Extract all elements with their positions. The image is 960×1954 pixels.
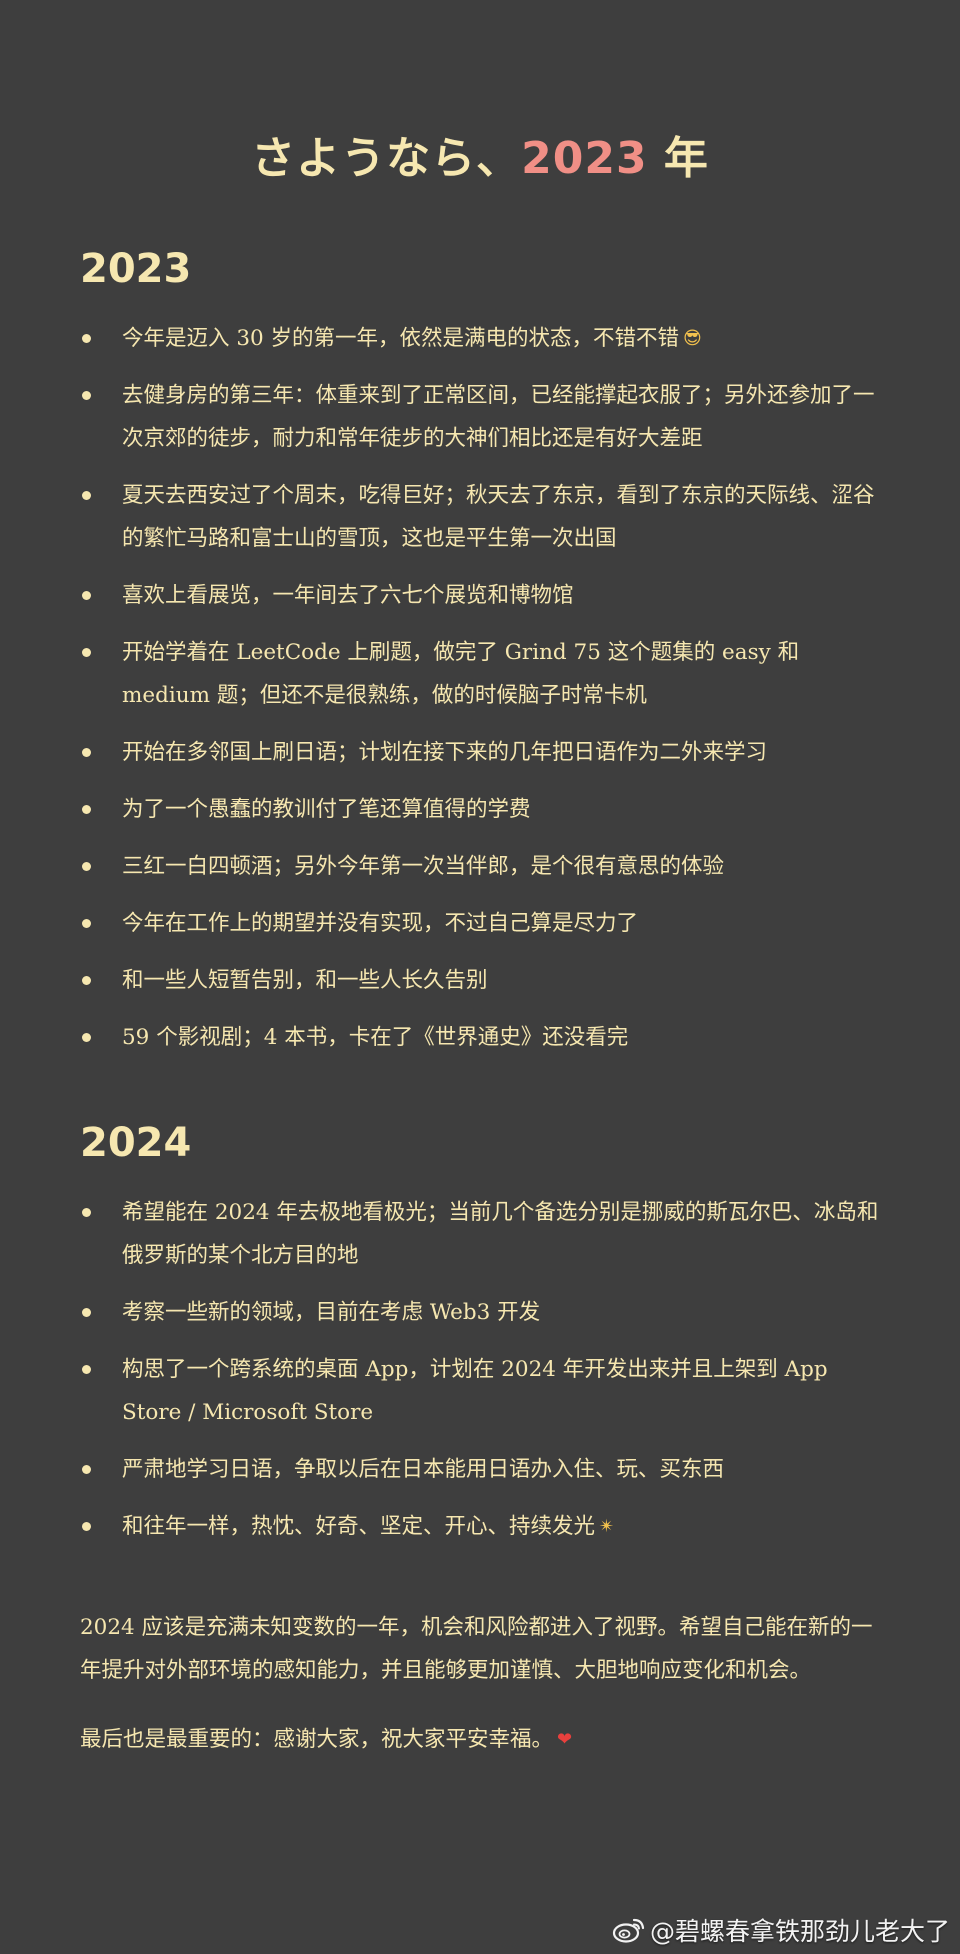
list-item: 严肃地学习日语，争取以后在日本能用日语办入住、玩、买东西 — [80, 1448, 880, 1491]
list-item-text: 今年是迈入 30 岁的第一年，依然是满电的状态，不错不错 — [122, 326, 680, 351]
list-item-text: 今年在工作上的期望并没有实现，不过自己算是尽力了 — [122, 911, 639, 936]
watermark-text: @碧螺春拿铁那劲儿老大了 — [649, 1917, 950, 1946]
list-item-text: 考察一些新的领域，目前在考虑 Web3 开发 — [122, 1300, 541, 1325]
list-item: 构思了一个跨系统的桌面 App，计划在 2024 年开发出来并且上架到 App … — [80, 1348, 880, 1434]
list-item: 去健身房的第三年：体重来到了正常区间，已经能撑起衣服了；另外还参加了一次京郊的徒… — [80, 374, 880, 460]
list-item: 和一些人短暂告别，和一些人长久告别 — [80, 959, 880, 1002]
title-suffix: 年 — [647, 133, 709, 184]
watermark: @碧螺春拿铁那劲儿老大了 — [612, 1912, 950, 1948]
heart-emoji-icon: ❤ — [557, 1729, 573, 1750]
list-item-text: 为了一个愚蠢的教训付了笔还算值得的学费 — [122, 797, 531, 822]
list-item-text: 严肃地学习日语，争取以后在日本能用日语办入住、玩、买东西 — [122, 1457, 725, 1482]
list-item: 开始在多邻国上刷日语；计划在接下来的几年把日语作为二外来学习 — [80, 731, 880, 774]
title-year: 2023 — [521, 133, 648, 184]
list-item: 为了一个愚蠢的教训付了笔还算值得的学费 — [80, 788, 880, 831]
list-item-text: 和一些人短暂告别，和一些人长久告别 — [122, 968, 488, 993]
bullet-icon — [82, 976, 91, 985]
bullet-icon — [82, 334, 91, 343]
bullet-icon — [82, 1308, 91, 1317]
list-item: 和往年一样，热忱、好奇、坚定、开心、持续发光 ✴ — [80, 1505, 880, 1548]
weibo-icon — [612, 1918, 645, 1943]
list-item-text: 夏天去西安过了个周末，吃得巨好；秋天去了东京，看到了东京的天际线、涩谷的繁忙马路… — [122, 483, 875, 551]
list-item: 开始学着在 LeetCode 上刷题，做完了 Grind 75 这个题集的 ea… — [80, 631, 880, 717]
sunglasses-emoji-icon: 😎 — [683, 328, 702, 349]
list-item-text: 和往年一样，热忱、好奇、坚定、开心、持续发光 — [122, 1514, 596, 1539]
section-heading-2024: 2024 — [80, 1120, 192, 1166]
bullet-icon — [82, 591, 91, 600]
list-2023: 今年是迈入 30 岁的第一年，依然是满电的状态，不错不错 😎 去健身房的第三年：体… — [80, 317, 880, 1059]
bullet-icon — [82, 862, 91, 871]
bullet-icon — [82, 491, 91, 500]
list-item: 今年是迈入 30 岁的第一年，依然是满电的状态，不错不错 😎 — [80, 317, 880, 360]
list-item-text: 开始在多邻国上刷日语；计划在接下来的几年把日语作为二外来学习 — [122, 740, 768, 765]
list-item: 夏天去西安过了个周末，吃得巨好；秋天去了东京，看到了东京的天际线、涩谷的繁忙马路… — [80, 474, 880, 560]
list-item: 三红一白四顿酒；另外今年第一次当伴郎，是个很有意思的体验 — [80, 845, 880, 888]
list-item: 希望能在 2024 年去极地看极光；当前几个备选分别是挪威的斯瓦尔巴、冰岛和俄罗… — [80, 1191, 880, 1277]
list-item-text: 59 个影视剧；4 本书，卡在了《世界通史》还没看完 — [122, 1025, 629, 1050]
bullet-icon — [82, 748, 91, 757]
list-item: 今年在工作上的期望并没有实现，不过自己算是尽力了 — [80, 902, 880, 945]
bullet-icon — [82, 1522, 91, 1531]
bullet-icon — [82, 1208, 91, 1217]
section-heading-2023: 2023 — [80, 246, 192, 292]
list-item: 59 个影视剧；4 本书，卡在了《世界通史》还没看完 — [80, 1016, 880, 1059]
page: さようなら、2023 年 2023 今年是迈入 30 岁的第一年，依然是满电的状… — [0, 0, 960, 1954]
list-item-text: 希望能在 2024 年去极地看极光；当前几个备选分别是挪威的斯瓦尔巴、冰岛和俄罗… — [122, 1200, 879, 1268]
bullet-icon — [82, 1365, 91, 1374]
title-prefix: さようなら、 — [251, 133, 522, 184]
list-item-text: 去健身房的第三年：体重来到了正常区间，已经能撑起衣服了；另外还参加了一次京郊的徒… — [122, 383, 875, 451]
bullet-icon — [82, 1465, 91, 1474]
list-item-text: 构思了一个跨系统的桌面 App，计划在 2024 年开发出来并且上架到 App … — [122, 1357, 828, 1425]
bullet-icon — [82, 648, 91, 657]
bullet-icon — [82, 391, 91, 400]
bullet-icon — [82, 1033, 91, 1042]
list-item: 考察一些新的领域，目前在考虑 Web3 开发 — [80, 1291, 880, 1334]
bullet-icon — [82, 919, 91, 928]
list-item-text: 喜欢上看展览，一年间去了六七个展览和博物馆 — [122, 583, 574, 608]
list-item: 喜欢上看展览，一年间去了六七个展览和博物馆 — [80, 574, 880, 617]
closing-thanks-text: 最后也是最重要的：感谢大家，祝大家平安幸福。 — [80, 1727, 554, 1752]
list-item-text: 开始学着在 LeetCode 上刷题，做完了 Grind 75 这个题集的 ea… — [122, 640, 800, 708]
list-item-text: 三红一白四顿酒；另外今年第一次当伴郎，是个很有意思的体验 — [122, 854, 725, 879]
bullet-icon — [82, 805, 91, 814]
closing-paragraph: 2024 应该是充满未知变数的一年，机会和风险都进入了视野。希望自己能在新的一年… — [80, 1615, 873, 1683]
closing-thanks: 最后也是最重要的：感谢大家，祝大家平安幸福。 ❤ — [80, 1718, 880, 1761]
list-2024: 希望能在 2024 年去极地看极光；当前几个备选分别是挪威的斯瓦尔巴、冰岛和俄罗… — [80, 1191, 880, 1548]
sparkle-emoji-icon: ✴ — [599, 1516, 615, 1537]
page-title: さようなら、2023 年 — [80, 0, 880, 191]
